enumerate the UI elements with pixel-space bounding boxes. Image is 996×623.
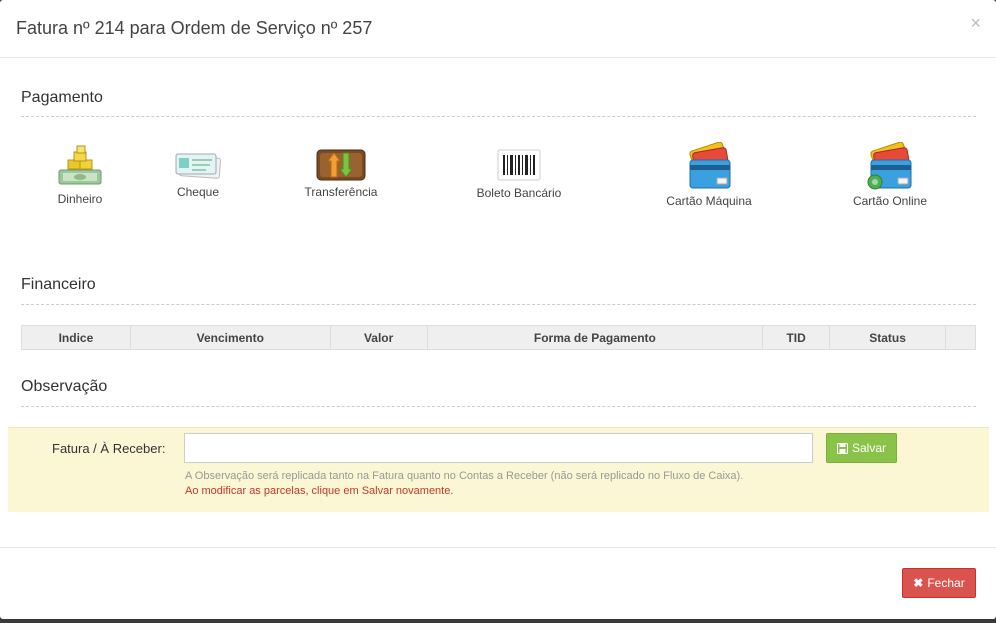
save-button-label: Salvar	[851, 441, 886, 455]
payment-label: Cheque	[176, 185, 220, 199]
payment-method-transfer[interactable]: Transferência	[300, 149, 382, 199]
observation-help-text: A Observação será replicada tanto na Fat…	[185, 470, 744, 482]
payment-method-boleto[interactable]: Boleto Bancário	[470, 148, 568, 200]
close-button-label: Fechar	[927, 576, 965, 590]
transfer-icon	[316, 149, 366, 181]
cash-icon	[58, 145, 102, 185]
divider	[21, 304, 976, 305]
divider	[21, 406, 976, 407]
barcode-icon	[497, 149, 541, 181]
card-online-icon	[867, 142, 912, 190]
section-title-pagamento: Pagamento	[21, 89, 103, 106]
payment-label: Transferência	[304, 185, 378, 199]
observation-panel: Fatura / À Receber: Salvar A Observação …	[8, 427, 989, 512]
column-header-status: Status	[829, 325, 946, 350]
observation-warning-text: Ao modificar as parcelas, clique em Salv…	[185, 485, 454, 497]
column-header-indice: Indice	[21, 325, 131, 350]
card-machine-icon	[689, 142, 731, 189]
close-x-icon: ✖	[913, 576, 924, 590]
close-button[interactable]: ✖ Fechar	[902, 568, 976, 598]
section-title-observacao: Observação	[21, 378, 108, 395]
column-header-actions	[944, 325, 977, 350]
close-icon[interactable]: ×	[970, 14, 981, 32]
payment-label: Dinheiro	[57, 192, 103, 206]
payment-method-cash[interactable]: Dinheiro	[50, 144, 110, 206]
financial-table: Indice Vencimento Valor Forma de Pagamen…	[21, 325, 977, 350]
modal-title: Fatura nº 214 para Ordem de Serviço nº 2…	[16, 18, 373, 38]
floppy-disk-icon	[836, 442, 848, 454]
section-title-financeiro: Financeiro	[21, 276, 96, 293]
observation-label: Fatura / À Receber:	[52, 441, 166, 456]
payment-label: Cartão Máquina	[666, 194, 752, 208]
payment-label: Cartão Online	[852, 194, 928, 208]
check-icon	[175, 153, 222, 179]
payment-method-card-machine[interactable]: Cartão Máquina	[660, 142, 758, 208]
divider	[21, 116, 976, 117]
table-header-row: Indice Vencimento Valor Forma de Pagamen…	[21, 325, 977, 350]
column-header-vencimento: Vencimento	[129, 325, 331, 350]
save-button[interactable]: Salvar	[826, 433, 897, 463]
invoice-modal: Fatura nº 214 para Ordem de Serviço nº 2…	[0, 0, 996, 619]
column-header-valor: Valor	[329, 325, 428, 350]
modal-header: Fatura nº 214 para Ordem de Serviço nº 2…	[0, 0, 996, 58]
column-header-tid: TID	[762, 325, 831, 350]
payment-method-card-online[interactable]: Cartão Online	[846, 142, 934, 208]
modal-footer: ✖ Fechar	[0, 547, 996, 619]
column-header-forma-pagamento: Forma de Pagamento	[426, 325, 764, 350]
payment-label: Boleto Bancário	[476, 186, 562, 200]
observation-input[interactable]	[184, 433, 813, 463]
payment-method-check[interactable]: Cheque	[170, 151, 226, 199]
